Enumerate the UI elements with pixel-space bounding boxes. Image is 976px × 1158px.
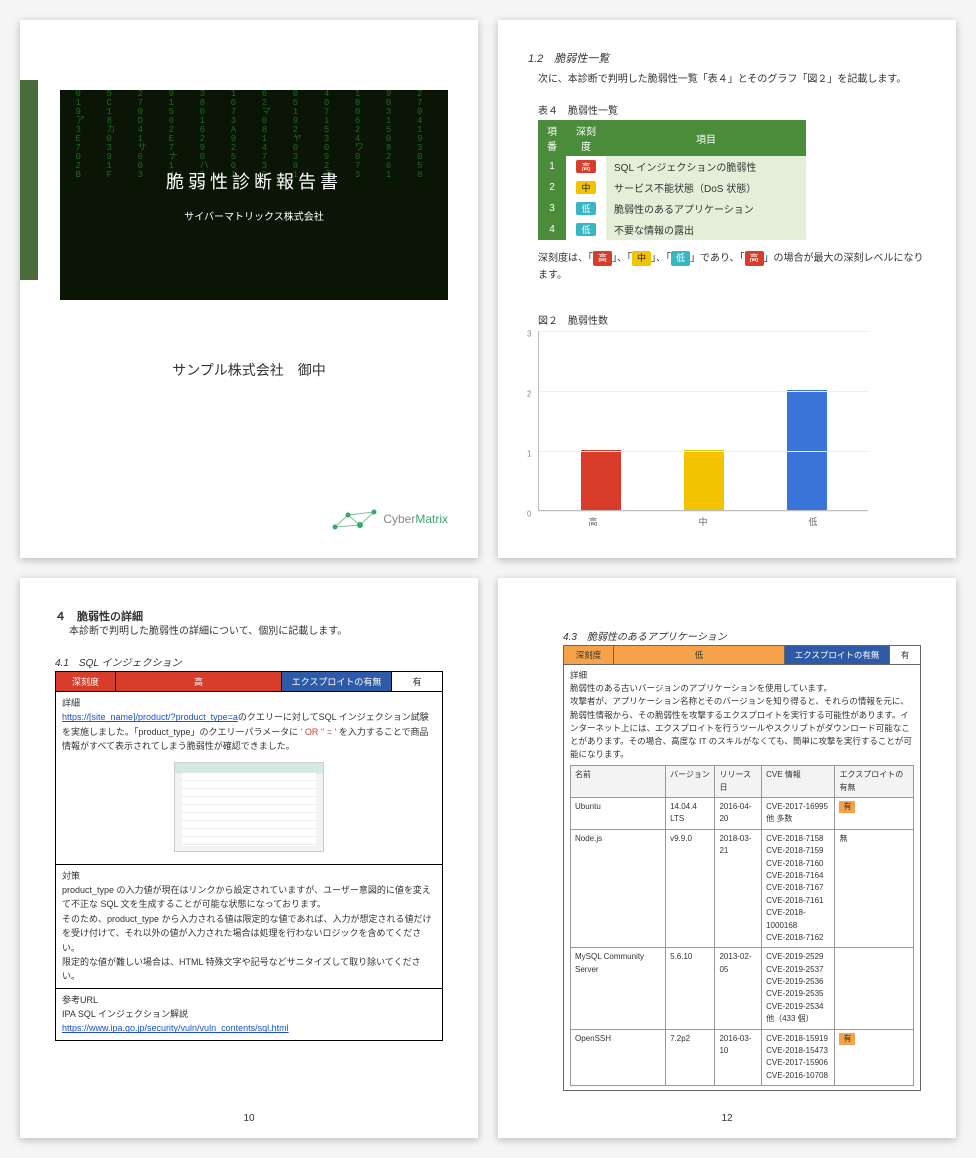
th-no: 項番 [538,120,566,156]
page-number: 12 [498,1113,956,1124]
table-caption: 表４ 脆弱性一覧 [538,102,926,117]
subsection-heading: 4.1 SQL インジェクション [55,654,443,669]
section-heading: 1.2 脆弱性一覧 [528,50,926,66]
vulnerability-summary-page: 1.2 脆弱性一覧 次に、本診断で判明した脆弱性一覧「表４」とそのグラフ「図２」… [498,20,956,558]
chart-ytick: 3 [527,330,531,339]
report-author: サイバーマトリックス株式会社 [184,208,324,223]
legend-high-max: 高 [745,251,764,266]
chart-bar [787,390,827,510]
logo-text-b: Matrix [415,512,448,526]
section-heading: ４ 脆弱性の詳細 [55,608,443,624]
severity-legend: 深刻度は、「高」、「中」、「低」であり、「高」の場合が最大の深刻レベルになります… [538,250,926,284]
th-severity: 深刻度 [566,120,606,156]
detail-box: 深刻度 低 エクスプロイトの有無 有 詳細 脆弱性のある古いバージョンのアプリケ… [563,645,921,1091]
report-client: サンプル株式会社 御中 [50,360,448,380]
hdr-severity-label: 深刻度 [564,646,614,664]
chart-bar [684,450,724,510]
legend-high: 高 [593,251,612,266]
target-url-link[interactable]: https://[site_name]/product/?product_typ… [62,712,238,722]
table-row: 3 低 脆弱性のあるアプリケーション [538,198,806,219]
hdr-exploit-value: 有 [392,672,442,691]
detail-heading: 詳細 [570,669,914,682]
section-intro: 本診断で判明した脆弱性の詳細について、個別に記載します。 [55,624,443,640]
exploit-flag: 有 [839,801,855,813]
vulnerable-apps-page: 4.3 脆弱性のあるアプリケーション 深刻度 低 エクスプロイトの有無 有 詳細… [498,578,956,1138]
table-row: MySQL Community Server5.6.102013-02-05CV… [571,948,914,1029]
table-row: 4 低 不要な情報の露出 [538,219,806,240]
hdr-exploit-label: エクスプロイトの有無 [282,672,392,691]
chart-xlabel: 中 [698,515,707,528]
figure-caption: 図２ 脆弱性数 [538,312,926,327]
table-row: OpenSSH7.2p22016-03-10CVE-2018-15919CVE-… [571,1029,914,1086]
page-number: 10 [20,1113,478,1124]
subsection-heading: 4.3 脆弱性のあるアプリケーション [563,628,921,643]
exploit-flag: 有 [839,1033,855,1045]
countermeasure-heading: 対策 [62,869,436,883]
th-release: リリース日 [715,766,762,798]
detail-heading: 詳細 [62,696,436,710]
legend-low: 低 [671,251,690,266]
reference-link[interactable]: https://www.ipa.go.jp/security/vuln/vuln… [62,1023,289,1033]
cover-hero-image: 0 1 9 ア 3 E 7 0 2 B 5 C 1 8 カ 0 3 9 1 F … [60,90,448,300]
hdr-exploit-value: 有 [890,646,920,664]
severity-badge-low: 低 [576,223,595,236]
company-logo: CyberMatrix [330,507,448,533]
injection-code: ' OR '' = ' [301,727,337,737]
logo-text-a: Cyber [383,512,415,526]
chart-xlabel: 高 [588,515,597,528]
vulnerability-detail-page: ４ 脆弱性の詳細 本診断で判明した脆弱性の詳細について、個別に記載します。 4.… [20,578,478,1138]
table-row: 2 中 サービス不能状態（DoS 状態） [538,177,806,198]
report-cover-page: 0 1 9 ア 3 E 7 0 2 B 5 C 1 8 カ 0 3 9 1 F … [20,20,478,558]
th-version: バージョン [666,766,715,798]
chart-ytick: 0 [527,510,531,519]
hdr-exploit-label: エクスプロイトの有無 [785,646,890,664]
th-name: 名前 [571,766,666,798]
vulnerability-bar-chart: 0123 [538,331,868,511]
table-row: 1 高 SQL インジェクションの脆弱性 [538,156,806,177]
severity-badge-high: 高 [576,160,595,173]
logo-graph-icon [330,507,380,533]
severity-badge-low: 低 [576,202,595,215]
vulnerability-table: 項番 深刻度 項目 1 高 SQL インジェクションの脆弱性 2 中 サービス不… [538,120,806,240]
chart-bar [581,450,621,510]
severity-badge-medium: 中 [576,181,595,194]
th-cve: CVE 情報 [762,766,835,798]
th-item: 項目 [606,120,806,156]
hdr-severity-value: 高 [116,672,282,691]
cover-accent-band [20,80,38,280]
hdr-severity-value: 低 [614,646,785,664]
detail-box: 深刻度 高 エクスプロイトの有無 有 詳細 https://[site_name… [55,671,443,1041]
hdr-severity-label: 深刻度 [56,672,116,691]
chart-ytick: 2 [527,390,531,399]
section-intro: 次に、本診断で判明した脆弱性一覧「表４」とそのグラフ「図２」を記載します。 [528,72,926,88]
report-title: 脆弱性診断報告書 [166,168,342,194]
chart-ytick: 1 [527,450,531,459]
table-row: Ubuntu14.04.4 LTS2016-04-20CVE-2017-1699… [571,797,914,829]
legend-medium: 中 [632,251,651,266]
reference-heading: 参考URL [62,993,436,1007]
th-exploit: エクスプロイトの有無 [835,766,914,798]
evidence-screenshot-placeholder [174,762,324,852]
cve-table: 名前 バージョン リリース日 CVE 情報 エクスプロイトの有無 Ubuntu1… [570,765,914,1086]
table-row: Node.jsv9.9.02018-03-21CVE-2018-7158CVE-… [571,829,914,948]
chart-xlabel: 低 [808,515,817,528]
